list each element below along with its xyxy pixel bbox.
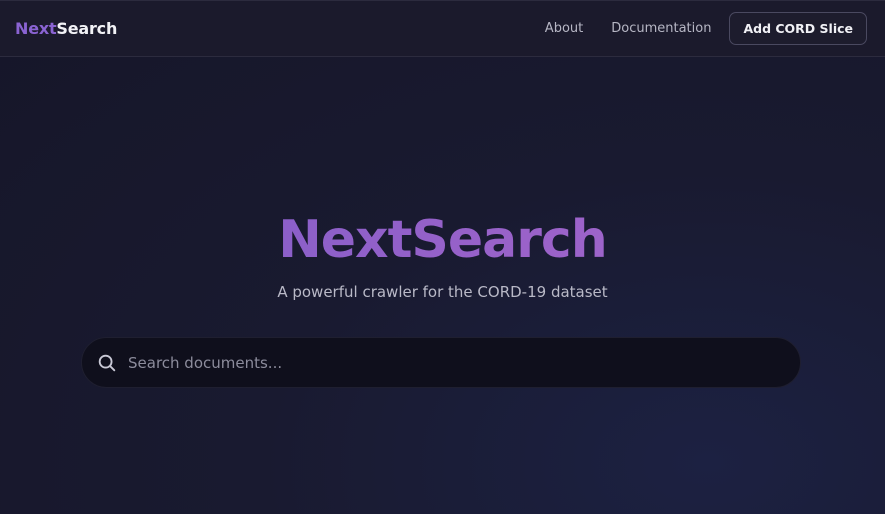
hero-subtitle: A powerful crawler for the CORD-19 datas… [277, 283, 608, 301]
brand-logo-prefix: Next [15, 19, 57, 38]
brand-logo-suffix: Search [56, 19, 118, 38]
brand-logo[interactable]: Next Search [15, 19, 117, 38]
search-input[interactable] [118, 338, 800, 387]
nav-link-about[interactable]: About [545, 21, 583, 36]
add-cord-slice-button[interactable]: Add CORD Slice [729, 12, 867, 45]
nav-links: About Documentation Add CORD Slice [545, 12, 867, 45]
nav-link-documentation[interactable]: Documentation [611, 21, 711, 36]
top-navbar: Next Search About Documentation Add CORD… [0, 0, 885, 57]
hero-section: NextSearch A powerful crawler for the CO… [0, 205, 885, 301]
hero-title: NextSearch [0, 205, 885, 275]
search-bar[interactable] [81, 337, 801, 388]
search-icon [98, 354, 116, 371]
